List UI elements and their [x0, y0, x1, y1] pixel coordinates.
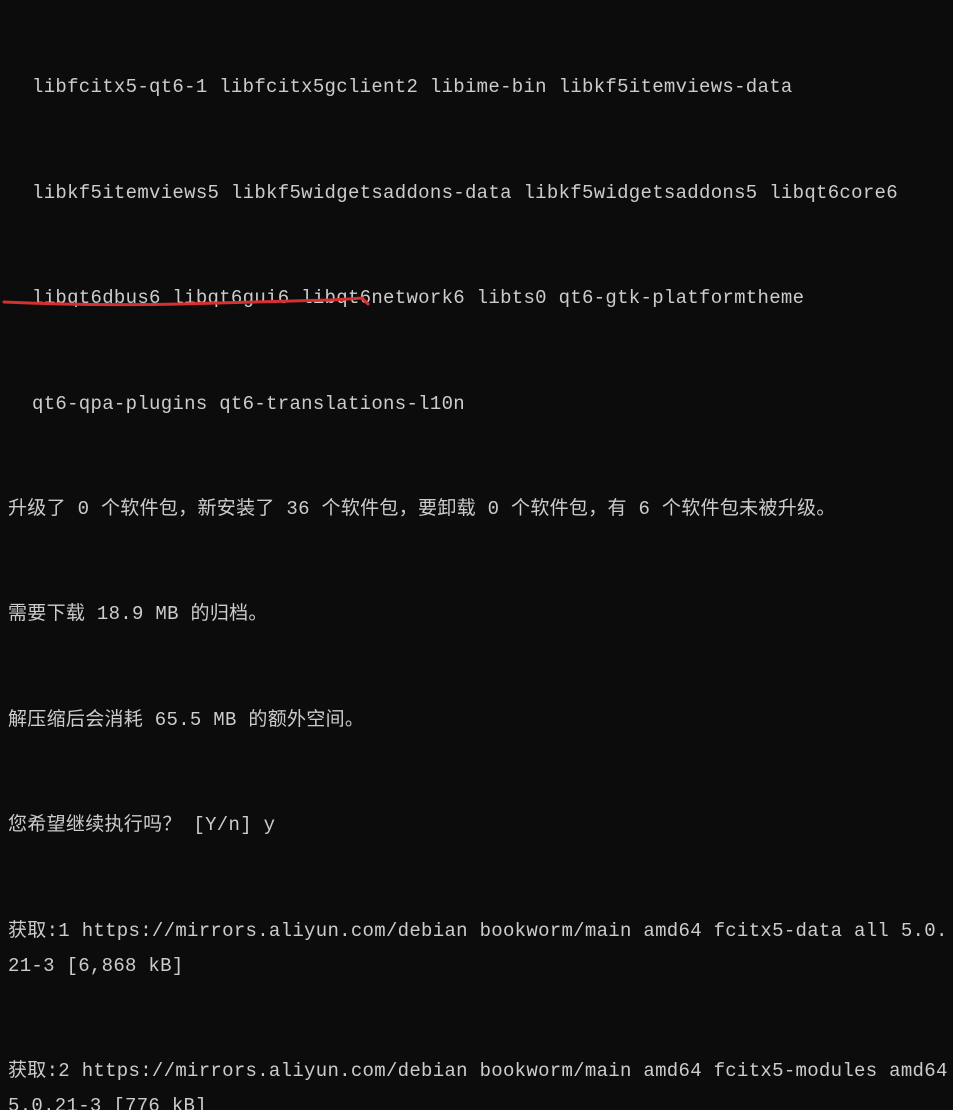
download-size: 需要下载 18.9 MB 的归档。 [4, 597, 949, 632]
fetch-line: 获取:1 https://mirrors.aliyun.com/debian b… [4, 914, 949, 984]
package-list-line: qt6-qpa-plugins qt6-translations-l10n [4, 387, 949, 422]
fetch-line: 获取:2 https://mirrors.aliyun.com/debian b… [4, 1054, 949, 1110]
package-list-line: libqt6dbus6 libqt6gui6 libqt6network6 li… [4, 281, 949, 316]
package-list-line: libkf5itemviews5 libkf5widgetsaddons-dat… [4, 176, 949, 211]
terminal-output[interactable]: libfcitx5-qt6-1 libfcitx5gclient2 libime… [0, 0, 953, 1110]
package-list-line: libfcitx5-qt6-1 libfcitx5gclient2 libime… [4, 70, 949, 105]
extract-size: 解压缩后会消耗 65.5 MB 的额外空间。 [4, 703, 949, 738]
upgrade-summary: 升级了 0 个软件包，新安装了 36 个软件包，要卸载 0 个软件包，有 6 个… [4, 492, 949, 527]
continue-prompt[interactable]: 您希望继续执行吗？ [Y/n] y [4, 808, 949, 843]
